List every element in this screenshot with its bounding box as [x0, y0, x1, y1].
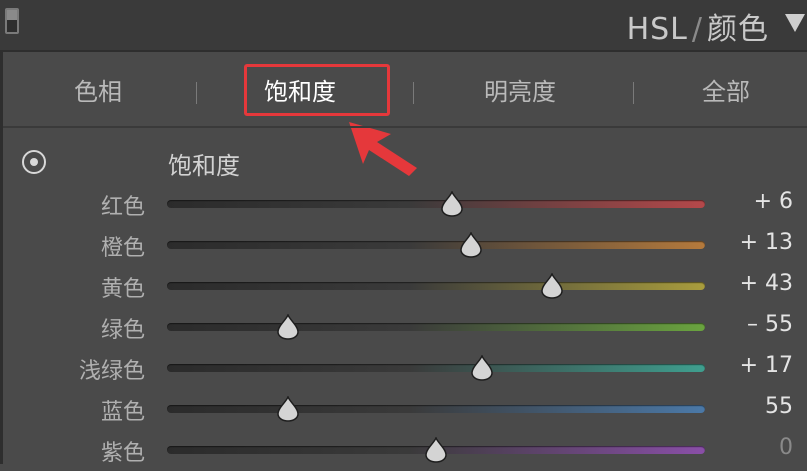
tab-all[interactable]: 全部: [702, 72, 750, 107]
collapse-triangle-icon[interactable]: [785, 14, 805, 32]
slider-track[interactable]: [167, 282, 705, 290]
slider-track[interactable]: [167, 200, 705, 208]
slider-row: 红色 + 6: [0, 185, 807, 225]
slider-track[interactable]: [167, 405, 705, 413]
slider-value[interactable]: + 17: [740, 353, 793, 378]
slider-label: 绿色: [100, 318, 145, 343]
target-adjust-icon[interactable]: [22, 150, 46, 174]
slider-label: 蓝色: [100, 400, 145, 425]
panel-toggle-icon[interactable]: [5, 8, 19, 34]
slider-label: 橙色: [100, 236, 145, 261]
slider-label: 红色: [100, 195, 145, 220]
panel-title[interactable]: HSL / 颜色: [627, 4, 769, 48]
tab-hue[interactable]: 色相: [74, 72, 122, 107]
slider-value[interactable]: + 43: [740, 271, 793, 296]
slider-row: 紫色 0: [0, 431, 807, 471]
hsl-panel: 色相 饱和度 明亮度 全部 饱和度 红色 + 6 橙色 + 13 黄色 + 43 绿色 – 5…: [0, 50, 807, 466]
slider-track[interactable]: [167, 241, 705, 249]
slider-value[interactable]: + 6: [754, 189, 793, 214]
tab-luminance[interactable]: 明亮度: [484, 72, 556, 107]
slider-row: 蓝色 55: [0, 390, 807, 430]
slider-row: 橙色 + 13: [0, 226, 807, 266]
slider-track[interactable]: [167, 323, 705, 331]
slider-row: 绿色 – 55: [0, 308, 807, 348]
slider-label: 紫色: [100, 441, 145, 466]
annotation-highlight-box: [244, 64, 390, 116]
slider-value[interactable]: – 55: [747, 312, 793, 337]
tab-bar: 色相 饱和度 明亮度 全部: [0, 52, 807, 176]
slider-value[interactable]: + 13: [740, 230, 793, 255]
slider-value[interactable]: 55: [765, 394, 793, 419]
tab-separator: [413, 82, 414, 104]
slider-label: 黄色: [100, 277, 145, 302]
tab-divider: [3, 126, 807, 128]
slider-track[interactable]: [167, 364, 705, 372]
panel-header: HSL / 颜色: [0, 0, 807, 51]
panel-title-separator: /: [691, 12, 703, 47]
panel-title-hsl[interactable]: HSL: [627, 12, 688, 47]
slider-row: 黄色 + 43: [0, 267, 807, 307]
tab-separator: [633, 82, 634, 104]
annotation-arrow-icon: [349, 122, 417, 176]
section-title: 饱和度: [168, 152, 240, 180]
slider-value[interactable]: 0: [779, 435, 793, 460]
slider-row: 浅绿色 + 17: [0, 349, 807, 389]
slider-label: 浅绿色: [78, 359, 145, 384]
tab-separator: [196, 82, 197, 104]
panel-title-color[interactable]: 颜色: [707, 12, 769, 47]
